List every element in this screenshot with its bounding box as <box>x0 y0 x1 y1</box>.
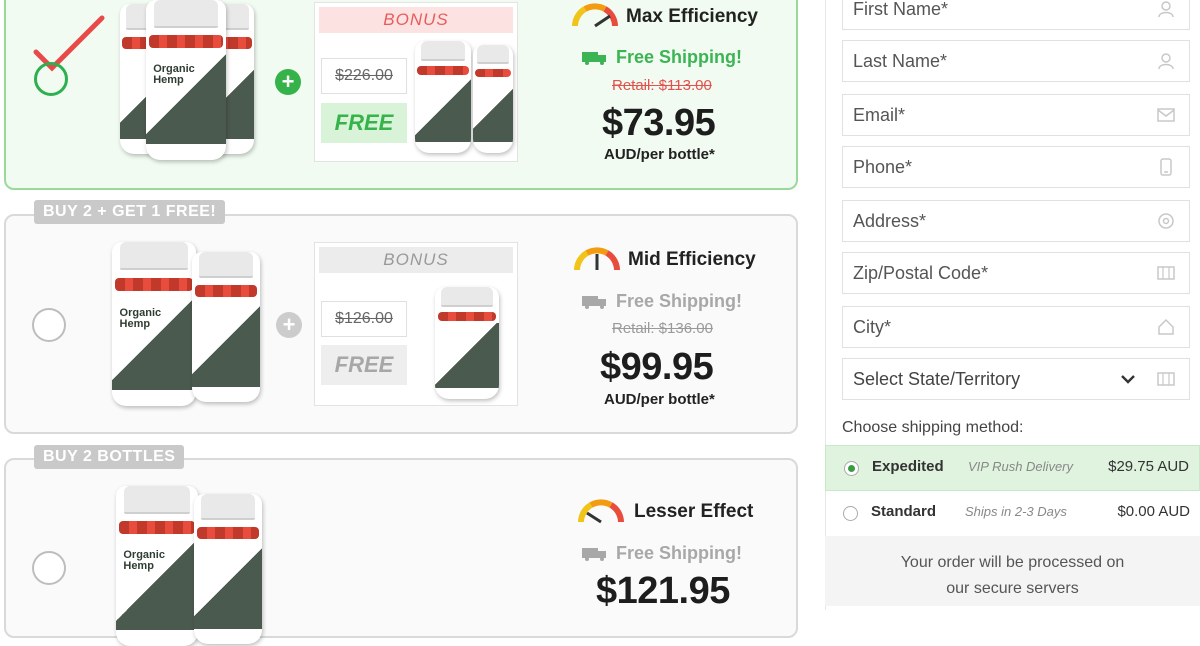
shipping-option-price: $29.75 AUD <box>1108 458 1189 475</box>
package-radio-2[interactable] <box>32 308 66 342</box>
shipping-option-expedited[interactable]: Expedited VIP Rush Delivery $29.75 AUD <box>825 445 1200 491</box>
state-select-value: Select State/Territory <box>853 369 1021 389</box>
chevron-down-icon[interactable] <box>1121 373 1135 385</box>
state-select[interactable]: Select State/Territory <box>842 358 1190 400</box>
shipping-option-note: Ships in 2-3 Days <box>965 504 1067 519</box>
product-bottle: Organic Hemp <box>116 486 198 646</box>
phone-input[interactable] <box>843 147 1143 187</box>
package-badge: BUY 2 BOTTLES <box>34 445 185 469</box>
shipping-option-name: Standard <box>871 503 937 520</box>
city-input[interactable] <box>843 307 1143 347</box>
plus-icon: + <box>276 312 302 338</box>
free-shipping: Free Shipping! <box>582 47 742 68</box>
bonus-free-tag: FREE <box>321 345 407 385</box>
per-bottle-label: AUD/per bottle* <box>604 146 715 163</box>
secure-line-2: our secure servers <box>946 580 1079 597</box>
bottle-label: Organic Hemp <box>153 63 195 86</box>
truck-icon <box>582 296 606 310</box>
gauge-icon <box>578 499 624 524</box>
free-shipping: Free Shipping! <box>582 291 742 312</box>
user-icon <box>1158 53 1174 70</box>
retail-price: Retail: $136.00 <box>612 320 713 337</box>
shipping-radio[interactable] <box>844 461 859 476</box>
bottle-label: Organic Hemp <box>119 306 162 330</box>
product-bottle: Organic Hemp <box>112 242 196 406</box>
bonus-header: BONUS <box>319 247 513 273</box>
efficiency-title: Mid Efficiency <box>628 249 756 270</box>
address-input[interactable] <box>843 201 1143 241</box>
gauge-icon <box>574 247 620 271</box>
bonus-box: BONUS $126.00 FREE <box>314 242 518 406</box>
shipping-method-label: Choose shipping method: <box>842 419 1024 436</box>
phone-icon <box>1160 158 1172 176</box>
zip-field[interactable] <box>842 252 1190 294</box>
email-input[interactable] <box>843 95 1143 135</box>
user-icon <box>1158 1 1174 18</box>
email-field[interactable] <box>842 94 1190 136</box>
bonus-bottle <box>473 45 513 153</box>
shipping-text: Free Shipping! <box>616 543 742 563</box>
truck-icon <box>582 548 606 562</box>
bonus-header: BONUS <box>319 7 513 33</box>
package-radio-1[interactable] <box>34 62 68 96</box>
retail-price: Retail: $113.00 <box>612 77 712 94</box>
phone-field[interactable] <box>842 146 1190 188</box>
location-pin-icon <box>1158 213 1174 229</box>
first-name-input[interactable] <box>843 0 1143 29</box>
product-bottle <box>194 494 262 644</box>
zip-input[interactable] <box>843 253 1143 293</box>
product-bottle: Organic Hemp <box>146 0 226 160</box>
bonus-bottle <box>435 287 499 399</box>
home-icon <box>1158 318 1174 335</box>
package-price: $73.95 <box>602 102 716 144</box>
truck-icon <box>582 52 606 66</box>
free-shipping: Free Shipping! <box>582 543 742 564</box>
bonus-free-tag: FREE <box>321 103 407 143</box>
bonus-old-price: $126.00 <box>321 301 407 337</box>
first-name-field[interactable] <box>842 0 1190 30</box>
last-name-input[interactable] <box>843 41 1143 81</box>
last-name-field[interactable] <box>842 40 1190 82</box>
bonus-old-price: $226.00 <box>321 58 407 94</box>
shipping-option-price: $0.00 AUD <box>1117 503 1190 520</box>
secure-line-1: Your order will be processed on <box>900 554 1125 571</box>
package-radio-3[interactable] <box>32 551 66 585</box>
bonus-bottle <box>415 41 471 153</box>
package-price: $121.95 <box>596 570 730 612</box>
address-field[interactable] <box>842 200 1190 242</box>
gauge-icon <box>572 3 618 28</box>
shipping-radio[interactable] <box>843 506 858 521</box>
shipping-option-note: VIP Rush Delivery <box>968 459 1073 474</box>
per-bottle-label: AUD/per bottle* <box>604 391 715 408</box>
map-icon <box>1157 266 1175 280</box>
efficiency-title: Max Efficiency <box>626 6 758 27</box>
shipping-text: Free Shipping! <box>616 47 742 67</box>
plus-icon: + <box>275 69 301 95</box>
shipping-option-standard[interactable]: Standard Ships in 2-3 Days $0.00 AUD <box>825 491 1200 537</box>
map-icon <box>1157 372 1175 386</box>
package-price: $99.95 <box>600 346 714 388</box>
product-bottle <box>192 252 260 402</box>
bonus-box: BONUS $226.00 FREE <box>314 2 518 162</box>
secure-processing-note: Your order will be processed on our secu… <box>825 536 1200 606</box>
bottle-label: Organic Hemp <box>123 549 165 572</box>
city-field[interactable] <box>842 306 1190 348</box>
efficiency-title: Lesser Effect <box>634 501 754 522</box>
envelope-icon <box>1157 108 1175 122</box>
shipping-option-name: Expedited <box>872 458 944 475</box>
package-badge: BUY 2 + GET 1 FREE! <box>34 200 226 224</box>
shipping-text: Free Shipping! <box>616 291 742 311</box>
